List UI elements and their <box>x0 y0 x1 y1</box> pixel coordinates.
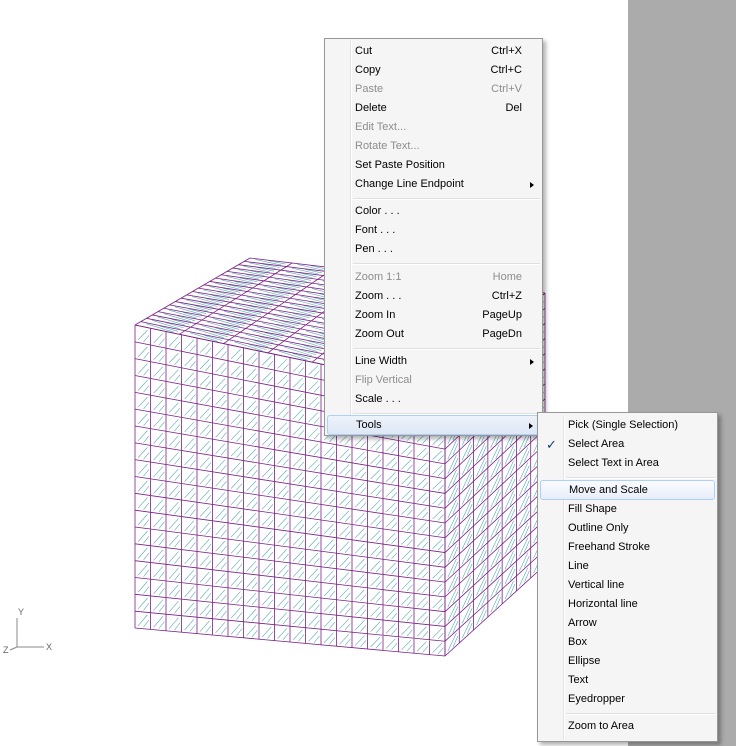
menu-item-zoom[interactable]: Zoom . . . Ctrl+Z <box>327 287 540 306</box>
tool-arrow[interactable]: Arrow <box>540 614 715 633</box>
menu-separator <box>353 348 540 350</box>
menu-item-set-paste-position[interactable]: Set Paste Position <box>327 156 540 175</box>
menu-item-flip-vertical[interactable]: Flip Vertical <box>327 371 540 390</box>
axis-label-x: X <box>46 642 53 652</box>
tool-box[interactable]: Box <box>540 633 715 652</box>
tool-eyedropper[interactable]: Eyedropper <box>540 690 715 709</box>
tool-freehand-stroke[interactable]: Freehand Stroke <box>540 538 715 557</box>
menu-item-color[interactable]: Color . . . <box>327 202 540 221</box>
menu-item-tools[interactable]: Tools <box>327 415 540 435</box>
tool-pick-single-selection[interactable]: Pick (Single Selection) <box>540 416 715 435</box>
menu-item-cut[interactable]: Cut Ctrl+X <box>327 42 540 61</box>
menu-item-edit-text[interactable]: Edit Text... <box>327 118 540 137</box>
axis-label-z: Z <box>3 645 9 655</box>
menu-separator <box>353 263 540 265</box>
tool-text[interactable]: Text <box>540 671 715 690</box>
tool-select-text-in-area[interactable]: Select Text in Area <box>540 454 715 473</box>
menu-separator <box>353 198 540 200</box>
tool-outline-only[interactable]: Outline Only <box>540 519 715 538</box>
menu-separator <box>566 713 715 715</box>
menu-item-pen[interactable]: Pen . . . <box>327 240 540 259</box>
tool-zoom-to-area[interactable]: Zoom to Area <box>540 717 715 736</box>
menu-separator <box>566 477 715 479</box>
tool-horizontal-line[interactable]: Horizontal line <box>540 595 715 614</box>
menu-item-zoom-in[interactable]: Zoom In PageUp <box>327 306 540 325</box>
menu-item-zoom-1-1[interactable]: Zoom 1:1 Home <box>327 268 540 287</box>
menu-item-scale[interactable]: Scale . . . <box>327 390 540 409</box>
menu-item-line-width[interactable]: Line Width <box>327 352 540 371</box>
tool-move-and-scale[interactable]: Move and Scale <box>540 480 715 500</box>
menu-item-paste[interactable]: Paste Ctrl+V <box>327 80 540 99</box>
menu-item-zoom-out[interactable]: Zoom Out PageDn <box>327 325 540 344</box>
menu-item-delete[interactable]: Delete Del <box>327 99 540 118</box>
menu-item-change-line-endpoint[interactable]: Change Line Endpoint <box>327 175 540 194</box>
context-menu: Cut Ctrl+X Copy Ctrl+C Paste Ctrl+V Delete D… <box>324 38 543 436</box>
menu-item-rotate-text[interactable]: Rotate Text... <box>327 137 540 156</box>
tool-ellipse[interactable]: Ellipse <box>540 652 715 671</box>
tool-select-area[interactable]: ✓ Select Area <box>540 435 715 454</box>
menu-item-copy[interactable]: Copy Ctrl+C <box>327 61 540 80</box>
tools-submenu: Pick (Single Selection) ✓ Select Area Sel… <box>537 412 718 742</box>
tool-vertical-line[interactable]: Vertical line <box>540 576 715 595</box>
menu-item-font[interactable]: Font . . . <box>327 221 540 240</box>
axis-label-y: Y <box>18 607 25 617</box>
tool-fill-shape[interactable]: Fill Shape <box>540 500 715 519</box>
checkmark-icon: ✓ <box>546 437 557 452</box>
submenu-arrow-icon <box>530 182 534 188</box>
tool-line[interactable]: Line <box>540 557 715 576</box>
submenu-arrow-icon <box>529 423 533 429</box>
submenu-arrow-icon <box>530 359 534 365</box>
